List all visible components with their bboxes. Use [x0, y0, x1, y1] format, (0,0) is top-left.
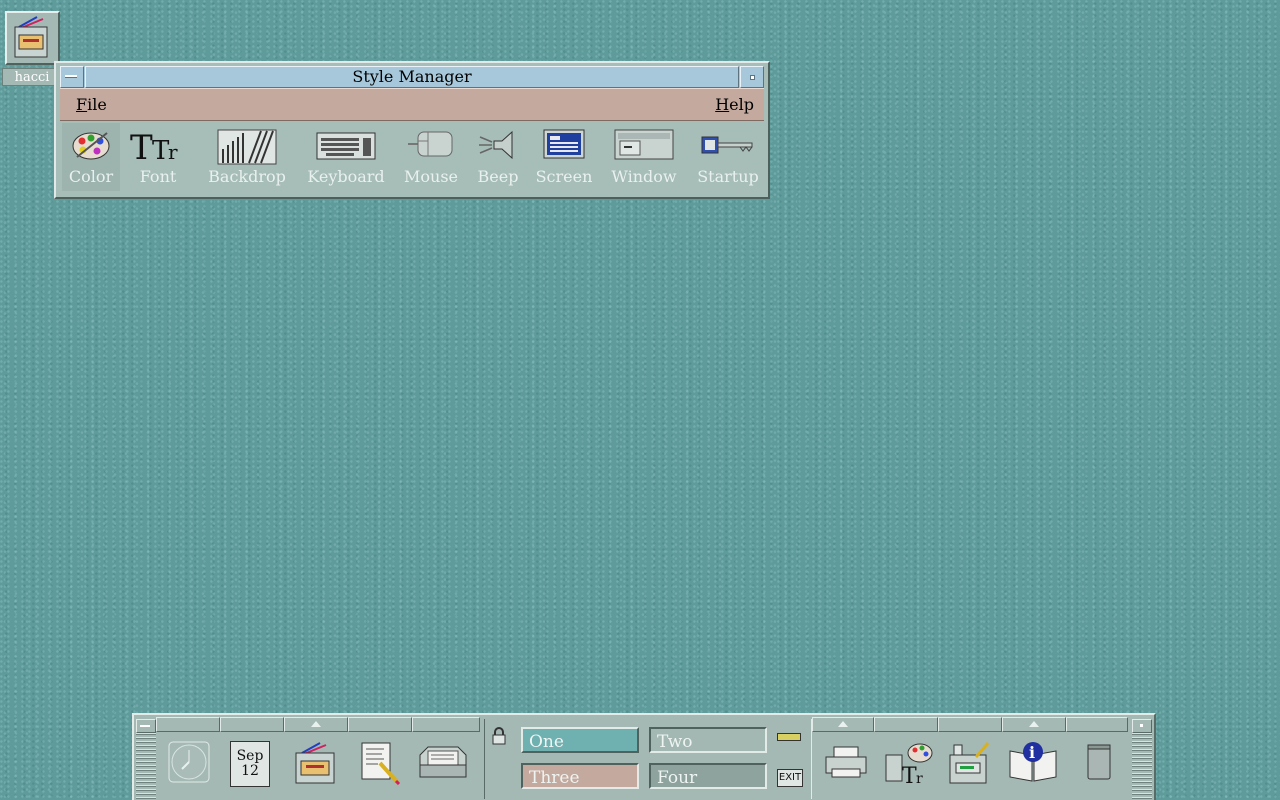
- tool-screen[interactable]: Screen: [532, 123, 596, 191]
- subpanel-calendar-pulldown[interactable]: [220, 717, 284, 732]
- title-bar[interactable]: Style Manager: [60, 66, 764, 88]
- tool-mouse[interactable]: Mouse: [400, 123, 462, 191]
- desktop-icon-label: hacci: [2, 68, 62, 86]
- help-manager-icon[interactable]: i: [1008, 741, 1058, 787]
- lock-icon[interactable]: [491, 727, 507, 749]
- up-arrow-icon: [838, 721, 848, 727]
- menu-bar: File Help: [60, 88, 764, 121]
- mouse-icon: [408, 131, 453, 157]
- tool-label: Screen: [535, 167, 593, 186]
- tool-label: Startup: [697, 167, 759, 186]
- minimize-button[interactable]: [740, 66, 764, 88]
- printer-icon[interactable]: [824, 741, 868, 785]
- tool-label: Beep: [477, 167, 519, 186]
- subpanel-trash-pulldown[interactable]: [1066, 717, 1128, 732]
- tool-font[interactable]: T T r Font: [128, 123, 188, 191]
- tool-label: Font: [139, 167, 177, 186]
- minus-icon: [140, 725, 150, 727]
- screen-icon: [543, 129, 585, 159]
- menu-help[interactable]: Help: [715, 95, 754, 114]
- calendar-icon[interactable]: Sep 12: [230, 741, 270, 787]
- file-manager-icon[interactable]: [292, 741, 338, 789]
- style-manager-toolbar: Color T T r Font Backdrop Keyboard Mouse…: [60, 123, 764, 193]
- subpanel-style-pulldown[interactable]: [874, 717, 938, 732]
- tool-label: Color: [68, 167, 114, 186]
- panel-left-handle[interactable]: [136, 733, 156, 799]
- clock-icon[interactable]: [168, 741, 210, 787]
- subpanel-editor-pulldown[interactable]: [348, 717, 412, 732]
- workspace-three-button[interactable]: Three: [521, 763, 639, 789]
- menu-help-rest: elp: [729, 95, 754, 114]
- mail-icon[interactable]: [418, 741, 468, 785]
- up-arrow-icon: [1029, 721, 1039, 727]
- subpanel-help-pulldown[interactable]: [1002, 717, 1066, 732]
- up-arrow-icon: [311, 721, 321, 727]
- font-icon: T T r: [130, 129, 178, 163]
- window-title: Style Manager: [85, 66, 739, 88]
- backdrop-icon: [217, 129, 277, 165]
- trash-icon[interactable]: [1086, 741, 1112, 785]
- svg-text:r: r: [168, 140, 178, 163]
- front-panel: Sep 12 One Two Three Four EXIT T r i: [132, 713, 1156, 800]
- workspace-two-button[interactable]: Two: [649, 727, 767, 753]
- menu-file-rest: ile: [87, 95, 107, 114]
- window-menu-button[interactable]: [60, 66, 84, 88]
- tool-label: Backdrop: [208, 167, 286, 186]
- tool-backdrop[interactable]: Backdrop: [204, 123, 290, 191]
- tool-label: Mouse: [404, 167, 458, 186]
- calendar-day: 12: [241, 763, 259, 779]
- calendar-month: Sep: [236, 748, 264, 764]
- tool-keyboard[interactable]: Keyboard: [302, 123, 390, 191]
- style-manager-icon[interactable]: T r: [884, 741, 934, 789]
- text-editor-icon[interactable]: [358, 741, 402, 789]
- tool-window[interactable]: Window: [606, 123, 682, 191]
- workspace-one-button[interactable]: One: [521, 727, 639, 753]
- window-icon: [614, 129, 674, 160]
- exit-button[interactable]: EXIT: [777, 769, 803, 787]
- svg-text:i: i: [1029, 743, 1035, 762]
- svg-text:T: T: [902, 764, 917, 785]
- panel-menu-button[interactable]: [136, 719, 156, 733]
- tool-startup[interactable]: Startup: [694, 123, 762, 191]
- keyboard-icon: [316, 132, 376, 160]
- key-icon: [701, 136, 753, 154]
- minus-icon: [65, 75, 77, 78]
- file-cabinet-icon: [5, 11, 60, 65]
- workspace-four-button[interactable]: Four: [649, 763, 767, 789]
- speaker-icon: [479, 130, 513, 160]
- style-manager-window: Style Manager File Help Color T T r Font: [54, 61, 770, 199]
- subpanel-mail-pulldown[interactable]: [412, 717, 480, 732]
- desktop-icon-home-folder[interactable]: hacci: [2, 10, 62, 86]
- subpanel-printer-pulldown[interactable]: [812, 717, 874, 732]
- panel-right-handle[interactable]: [1132, 733, 1152, 799]
- menu-file-mnemonic: F: [76, 95, 88, 114]
- application-manager-icon[interactable]: [946, 741, 992, 789]
- tool-label: Window: [611, 167, 677, 186]
- subpanel-apps-pulldown[interactable]: [938, 717, 1002, 732]
- tool-beep[interactable]: Beep: [470, 123, 526, 191]
- subpanel-files-pulldown[interactable]: [284, 717, 348, 732]
- menu-help-mnemonic: H: [715, 95, 730, 114]
- palette-icon: [72, 132, 110, 160]
- tool-color[interactable]: Color: [62, 123, 120, 191]
- minimize-icon: [1140, 724, 1143, 727]
- subpanel-clock-pulldown[interactable]: [156, 717, 220, 732]
- svg-text:r: r: [916, 771, 923, 785]
- tool-label: Keyboard: [307, 167, 385, 186]
- svg-text:T: T: [130, 129, 153, 163]
- minimize-icon: [750, 75, 755, 80]
- menu-file[interactable]: File: [76, 95, 107, 114]
- panel-minimize-button[interactable]: [1132, 719, 1152, 733]
- workspace-switch: One Two Three Four EXIT: [484, 719, 812, 799]
- busy-light-icon: [777, 733, 801, 741]
